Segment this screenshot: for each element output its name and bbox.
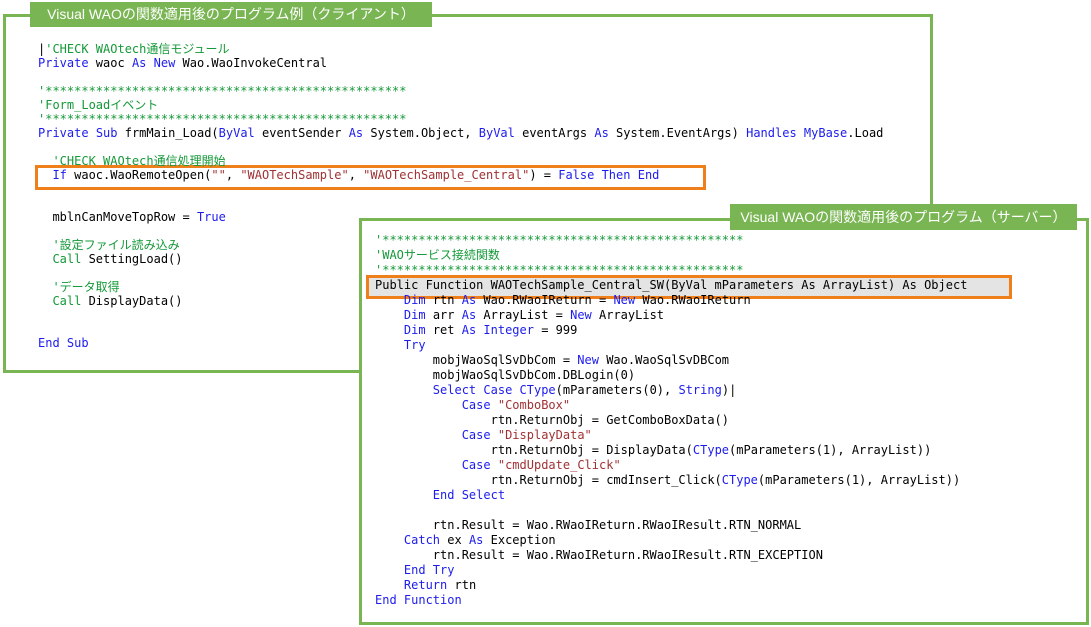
code-line: '***************************************… <box>375 263 967 278</box>
code-line: rtn.Result = Wao.RWaoIReturn.RWaoIResult… <box>375 548 967 563</box>
code-line: Return rtn <box>375 578 967 593</box>
code-line: '***************************************… <box>375 233 967 248</box>
code-line: 'CHECK WAOtech通信処理開始 <box>38 154 883 168</box>
code-line: Case "ComboBox" <box>375 398 967 413</box>
code-line: Catch ex As Exception <box>375 533 967 548</box>
code-line <box>38 140 883 154</box>
code-line: Case "cmdUpdate_Click" <box>375 458 967 473</box>
code-line <box>375 503 967 518</box>
code-line: '***************************************… <box>38 112 883 126</box>
code-line <box>38 70 883 84</box>
code-line: Dim rtn As Wao.RWaoIReturn = New Wao.RWa… <box>375 293 967 308</box>
code-line: Private Sub frmMain_Load(ByVal eventSend… <box>38 126 883 140</box>
code-line: rtn.ReturnObj = GetComboBoxData() <box>375 413 967 428</box>
code-line: rtn.ReturnObj = DisplayData(CType(mParam… <box>375 443 967 458</box>
code-line: 'Form_Loadイベント <box>38 98 883 112</box>
code-line: Private waoc As New Wao.WaoInvokeCentral <box>38 56 883 70</box>
client-panel-label: Visual WAOの関数適用後のプログラム例（クライアント） <box>30 2 432 27</box>
server-code-block: '***************************************… <box>375 233 967 608</box>
code-line: 'WAOサービス接続関数 <box>375 248 967 263</box>
code-line: If waoc.WaoRemoteOpen("", "WAOTechSample… <box>38 168 883 182</box>
code-line <box>38 182 883 196</box>
code-line: Case "DisplayData" <box>375 428 967 443</box>
code-line: Try <box>375 338 967 353</box>
code-line: rtn.ReturnObj = cmdInsert_Click(CType(mP… <box>375 473 967 488</box>
code-line: Dim arr As ArrayList = New ArrayList <box>375 308 967 323</box>
code-line: End Select <box>375 488 967 503</box>
code-line: Select Case CType(mParameters(0), String… <box>375 383 967 398</box>
code-line: |'CHECK WAOtech通信モジュール <box>38 42 883 56</box>
server-panel-label: Visual WAOの関数適用後のプログラム（サーバー） <box>730 204 1077 230</box>
code-line: End Function <box>375 593 967 608</box>
code-line: rtn.Result = Wao.RWaoIReturn.RWaoIResult… <box>375 518 967 533</box>
code-line: Dim ret As Integer = 999 <box>375 323 967 338</box>
code-line: End Try <box>375 563 967 578</box>
code-line: Public Function WAOTechSample_Central_SW… <box>375 278 967 293</box>
code-line: mobjWaoSqlSvDbCom.DBLogin(0) <box>375 368 967 383</box>
figure-canvas: |'CHECK WAOtech通信モジュールPrivate waoc As Ne… <box>0 0 1091 627</box>
code-line: mobjWaoSqlSvDbCom = New Wao.WaoSqlSvDBCo… <box>375 353 967 368</box>
code-line: '***************************************… <box>38 84 883 98</box>
